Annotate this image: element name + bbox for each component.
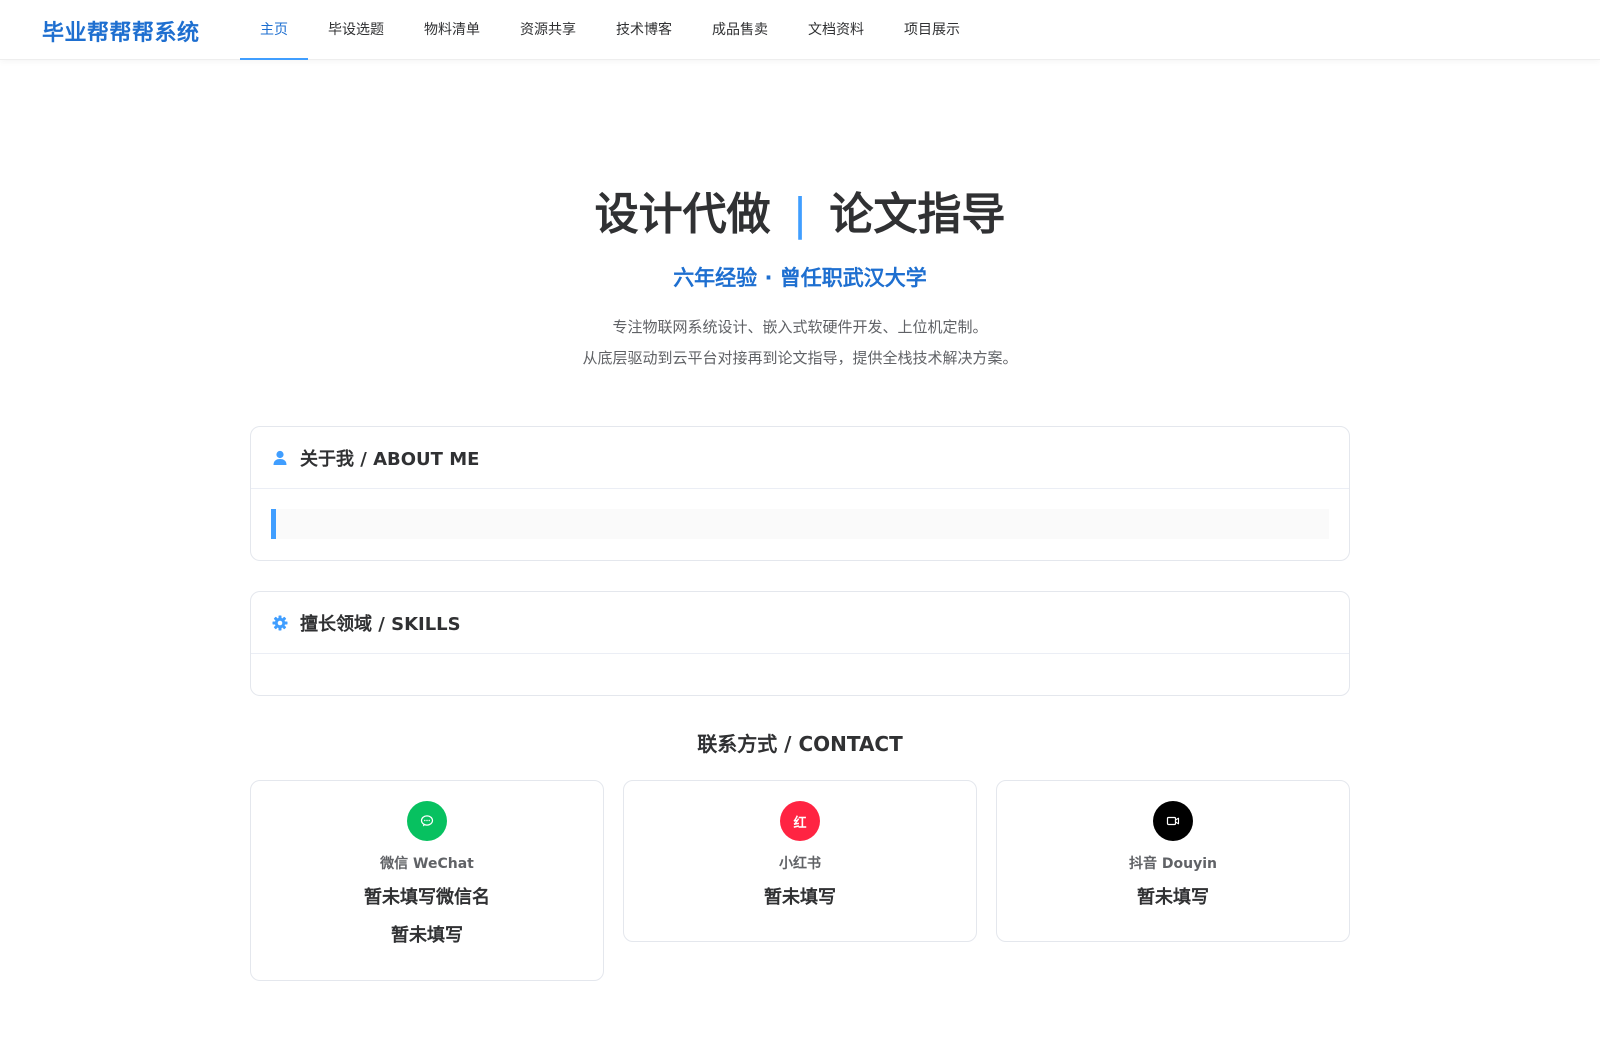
nav-item-projects[interactable]: 项目展示: [884, 0, 980, 60]
skills-card-header: 擅长领域 / SKILLS: [251, 592, 1349, 654]
hero-title-separator: |: [792, 189, 808, 240]
douyin-card: 抖音 Douyin 暂未填写: [996, 780, 1350, 942]
wechat-card: 微信 WeChat 暂未填写微信名 暂未填写: [250, 780, 604, 981]
hero-title-right: 论文指导: [829, 189, 1006, 240]
contact-section-title: 联系方式 / CONTACT: [697, 732, 903, 756]
xiaohongshu-icon: 红: [780, 801, 820, 841]
nav-item-shop[interactable]: 成品售卖: [692, 0, 788, 60]
douyin-value: 暂未填写: [1137, 887, 1209, 908]
hero-title-left: 设计代做: [594, 189, 771, 240]
video-icon: [1153, 801, 1193, 841]
nav-item-resources[interactable]: 资源共享: [500, 0, 596, 60]
nav-item-blog[interactable]: 技术博客: [596, 0, 692, 60]
about-card-header: 关于我 / ABOUT ME: [251, 427, 1349, 489]
user-icon: [272, 450, 288, 466]
nav-item-materials[interactable]: 物料清单: [404, 0, 500, 60]
nav-item-topics[interactable]: 毕设选题: [308, 0, 404, 60]
about-card-body: [251, 489, 1349, 559]
about-card: 关于我 / ABOUT ME: [250, 426, 1350, 561]
xiaohongshu-label: 小红书: [779, 856, 821, 872]
hero-title: 设计代做 | 论文指导: [0, 178, 1600, 242]
douyin-label: 抖音 Douyin: [1129, 856, 1217, 872]
wechat-icon: [407, 801, 447, 841]
skills-card-title: 擅长领域 / SKILLS: [300, 613, 461, 635]
skills-card: 擅长领域 / SKILLS: [250, 591, 1350, 696]
nav-item-docs[interactable]: 文档资料: [788, 0, 884, 60]
hero-description: 专注物联网系统设计、嵌入式软硬件开发、上位机定制。 从底层驱动到云平台对接再到论…: [0, 312, 1600, 374]
site-logo[interactable]: 毕业帮帮帮系统: [42, 15, 200, 47]
xiaohongshu-icon-text: 红: [793, 815, 807, 831]
wechat-label: 微信 WeChat: [380, 856, 474, 872]
about-quote: [271, 509, 1329, 539]
hero-subtitle: 六年经验 · 曾任职武汉大学: [673, 266, 927, 290]
hero-desc-line-2: 从底层驱动到云平台对接再到论文指导，提供全栈技术解决方案。: [582, 349, 1018, 367]
wechat-name: 暂未填写微信名: [364, 887, 490, 908]
hero-desc-line-1: 专注物联网系统设计、嵌入式软硬件开发、上位机定制。: [612, 318, 988, 336]
xiaohongshu-value: 暂未填写: [764, 887, 836, 908]
about-card-title: 关于我 / ABOUT ME: [300, 448, 480, 470]
top-navbar: 毕业帮帮帮系统 主页 毕设选题 物料清单 资源共享 技术博客 成品售卖 文档资料…: [0, 0, 1600, 60]
xiaohongshu-card: 红 小红书 暂未填写: [623, 780, 977, 942]
main-nav: 主页 毕设选题 物料清单 资源共享 技术博客 成品售卖 文档资料 项目展示: [240, 0, 980, 60]
nav-item-home[interactable]: 主页: [240, 0, 308, 60]
gear-icon: [272, 615, 288, 631]
wechat-id: 暂未填写: [391, 925, 463, 946]
